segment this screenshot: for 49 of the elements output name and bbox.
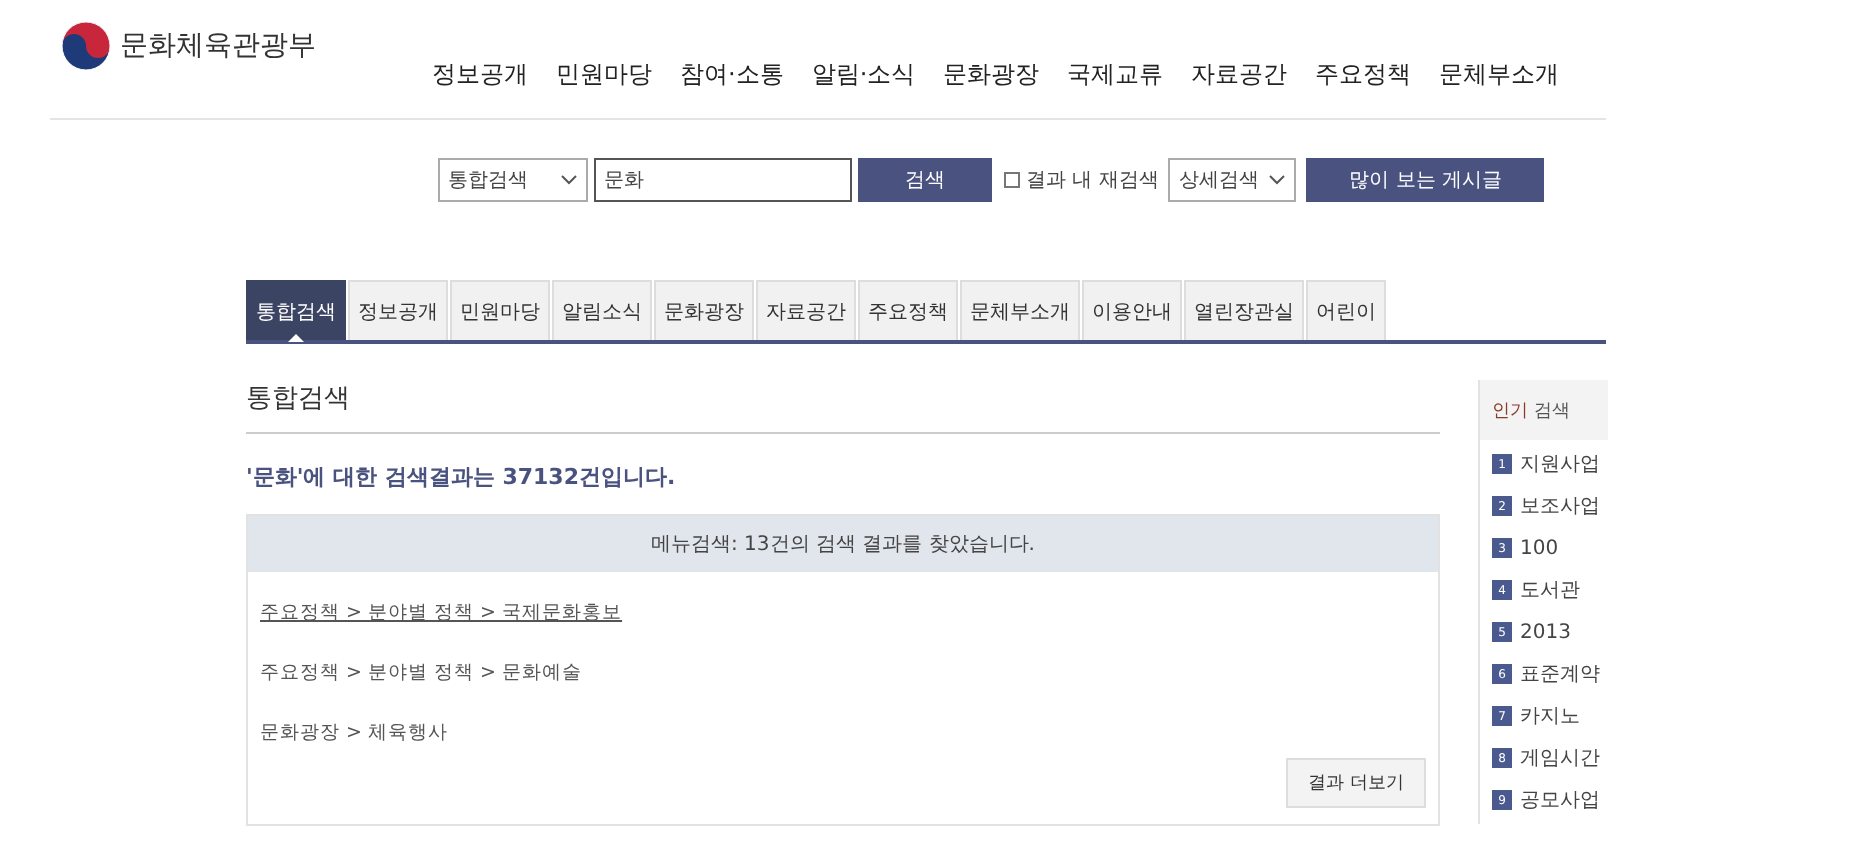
tab[interactable]: 자료공간 xyxy=(756,280,856,340)
tab[interactable]: 통합검색 xyxy=(246,280,346,340)
logo-text[interactable]: 문화체육관광부 xyxy=(120,27,316,63)
tab[interactable]: 이용안내 xyxy=(1082,280,1182,340)
caret-icon xyxy=(560,174,578,186)
tab[interactable]: 민원마당 xyxy=(450,280,550,340)
tab[interactable]: 열린장관실 xyxy=(1184,280,1304,340)
popular-term[interactable]: 지원사업 xyxy=(1520,450,1600,478)
logo-icon[interactable] xyxy=(60,19,112,71)
tab[interactable]: 문체부소개 xyxy=(960,280,1080,340)
popular-term[interactable]: 카지노 xyxy=(1520,702,1580,730)
scope-select[interactable]: 통합검색 xyxy=(438,158,588,202)
refine-checkbox[interactable] xyxy=(1004,172,1020,188)
menu-path-link[interactable]: 주요정책 > 분야별 정책 > 문화예술 xyxy=(260,662,583,684)
popular-term[interactable]: 도서관 xyxy=(1520,576,1580,604)
nav-link[interactable]: 문체부소개 xyxy=(1439,58,1560,92)
result-summary: '문화'에 대한 검색결과는 37132건입니다. xyxy=(246,462,678,492)
popular-term[interactable]: 2013 xyxy=(1520,621,1571,643)
nav-link[interactable]: 자료공간 xyxy=(1191,58,1288,92)
nav-link[interactable]: 알림·소식 xyxy=(811,58,916,92)
tab[interactable]: 문화광장 xyxy=(654,280,754,340)
nav-link[interactable]: 문화광장 xyxy=(943,58,1040,92)
popular-title: 검색 xyxy=(1534,399,1570,423)
tab[interactable]: 정보공개 xyxy=(348,280,448,340)
tab[interactable]: 어린이 xyxy=(1306,280,1386,340)
caret-icon xyxy=(1268,174,1287,186)
menu-results-header: 메뉴검색: 13건의 검색 결과를 찾았습니다. xyxy=(651,532,1035,558)
nav-link[interactable]: 참여·소통 xyxy=(680,58,784,92)
search-button[interactable]: 검색 xyxy=(858,158,992,202)
popular-term[interactable]: 100 xyxy=(1520,537,1559,559)
nav-link[interactable]: 주요정책 xyxy=(1315,58,1412,92)
search-field[interactable]: 문화 xyxy=(594,158,852,202)
popular-posts-button[interactable]: 많이 보는 게시글 xyxy=(1306,158,1545,202)
popular-term[interactable]: 표준계약 xyxy=(1520,660,1600,688)
nav-link[interactable]: 국제교류 xyxy=(1067,58,1164,92)
section-title: 통합검색 xyxy=(246,344,1440,434)
tab[interactable]: 주요정책 xyxy=(858,280,958,340)
popular-term[interactable]: 공모사업 xyxy=(1520,786,1600,814)
nav-link[interactable]: 민원마당 xyxy=(556,58,652,92)
nav-link[interactable]: 정보공개 xyxy=(432,58,528,92)
menu-path-link[interactable]: 문화광장 > 체육행사 xyxy=(260,722,448,744)
tab[interactable]: 알림소식 xyxy=(552,280,652,340)
detail-select[interactable]: 상세검색 xyxy=(1168,158,1297,202)
menu-path-link[interactable]: 주요정책 > 분야별 정책 > 국제문화홍보 xyxy=(260,602,623,624)
popular-term[interactable]: 게임시간 xyxy=(1520,744,1600,772)
popular-term[interactable]: 보조사업 xyxy=(1520,492,1600,520)
refine-label: 결과 내 재검색 xyxy=(1026,168,1159,194)
more-results-button[interactable]: 결과 더보기 xyxy=(1286,758,1426,808)
popular-title-highlight: 인기 xyxy=(1492,399,1528,423)
